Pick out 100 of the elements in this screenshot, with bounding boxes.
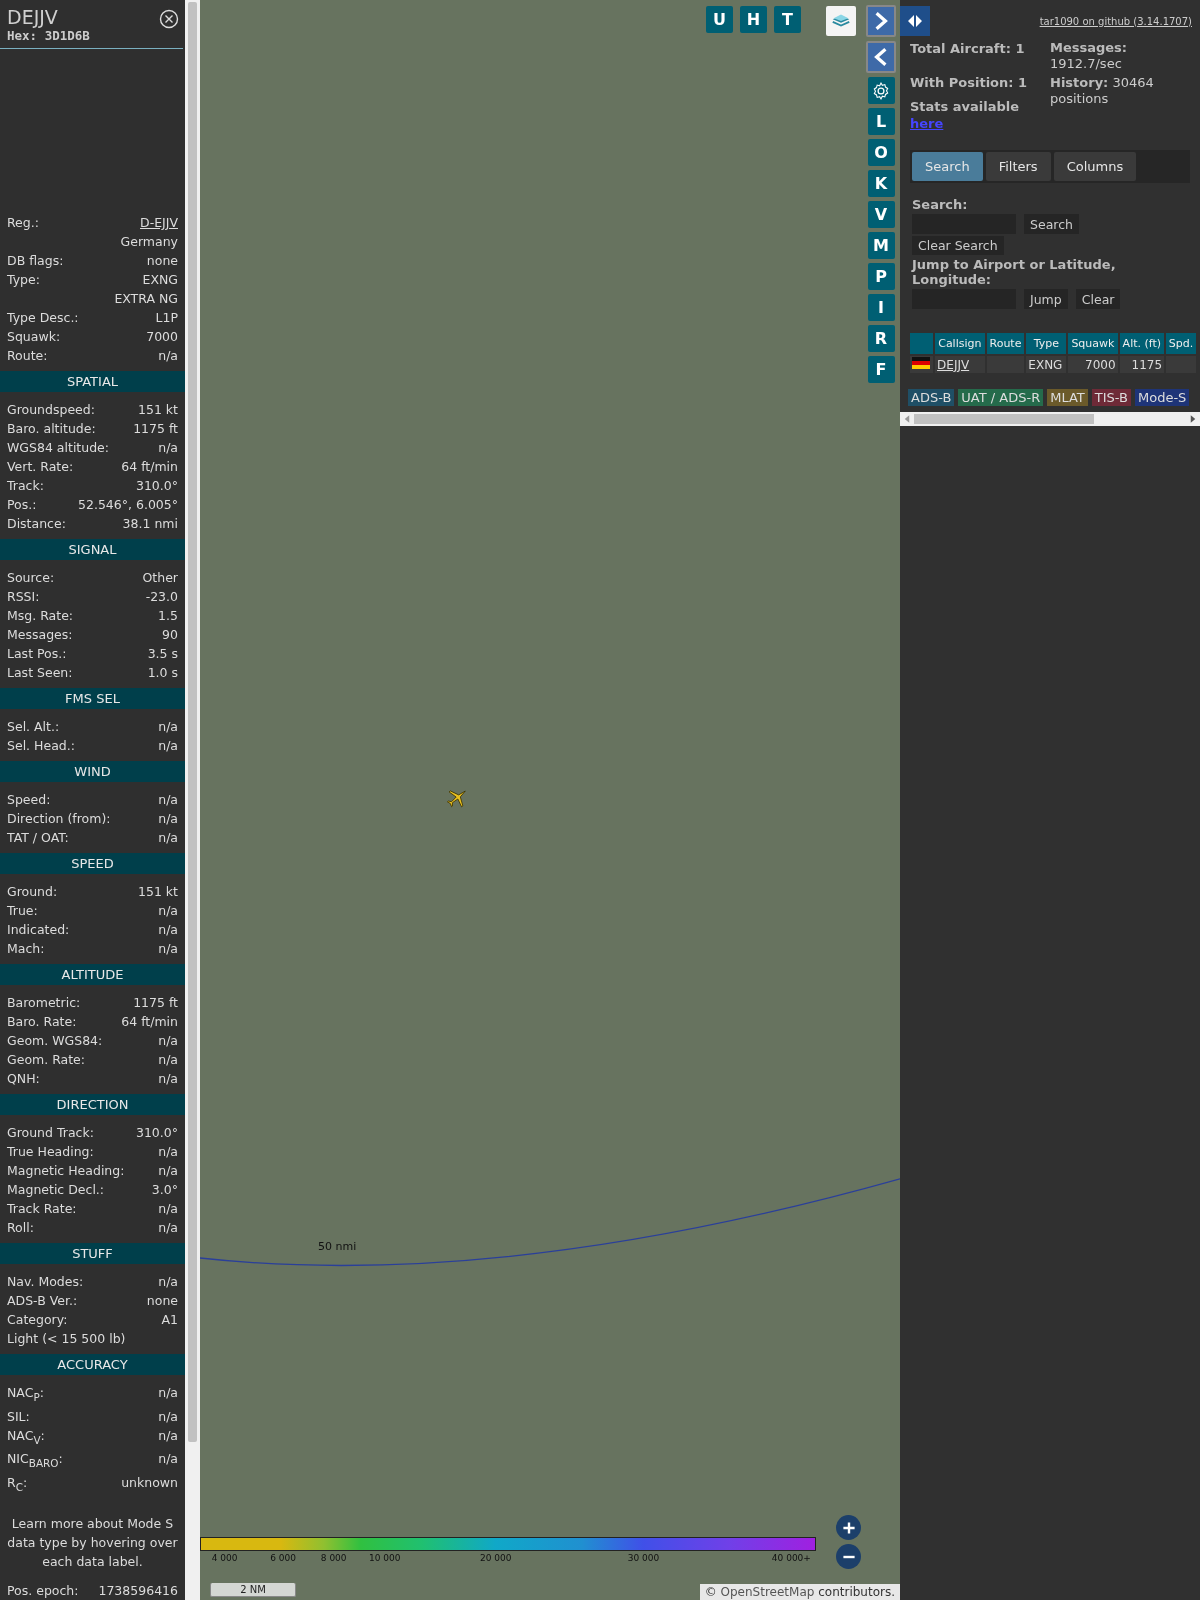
clear-button[interactable]: Clear <box>1075 289 1121 309</box>
detail-label: Track: <box>7 477 44 495</box>
detail-label: Magnetic Heading: <box>7 1162 125 1180</box>
map-toggle-button[interactable]: R <box>867 325 895 352</box>
detail-label: Distance: <box>7 515 66 533</box>
search-label: Search: <box>912 197 969 212</box>
detail-label: Indicated: <box>7 921 70 939</box>
column-header[interactable]: Alt. (ft) <box>1119 333 1165 354</box>
detail-value: 1.5 <box>158 607 178 625</box>
detail-label: RSSI: <box>7 588 40 606</box>
horizontal-scrollbar[interactable] <box>900 412 1200 426</box>
column-header[interactable]: Spd. <box>1166 333 1196 354</box>
map-toggle-button[interactable]: P <box>867 263 895 290</box>
source-legend-tag: ADS-B <box>908 389 955 406</box>
detail-value: none <box>146 1292 178 1310</box>
detail-value: n/a <box>158 1200 178 1218</box>
detail-value: n/a <box>158 1051 178 1069</box>
altitude-tick-label: 8 000 <box>320 1553 347 1563</box>
flag-icon <box>912 357 930 369</box>
detail-value: n/a <box>158 1450 178 1468</box>
detail-label: Last Pos.: <box>7 645 67 663</box>
detail-label: Light (< 15 500 lb) <box>7 1330 126 1348</box>
map-toggle-button[interactable]: U <box>706 6 733 33</box>
detail-value: 3.0° <box>151 1181 178 1199</box>
detail-label: Pos. epoch: <box>7 1582 79 1600</box>
detail-value: -23.0 <box>145 588 178 606</box>
column-header[interactable]: Route <box>986 333 1025 354</box>
message-rate: Messages: 1912.7/sec <box>1050 40 1129 72</box>
registration-link[interactable]: D-EJJV <box>140 213 178 232</box>
detail-label: Messages: <box>7 626 73 644</box>
map-toggle-button[interactable]: K <box>867 170 895 197</box>
detail-label: Geom. WGS84: <box>7 1032 103 1050</box>
detail-label: Barometric: <box>7 994 81 1012</box>
map-toggle-button[interactable]: O <box>867 139 895 166</box>
scrollbar[interactable] <box>185 0 200 1600</box>
with-position: With Position: 1 <box>910 74 1029 91</box>
detail-label: Pos.: <box>7 496 37 514</box>
detail-value: 310.0° <box>135 477 178 495</box>
section-header: DIRECTION <box>0 1094 185 1115</box>
section-header: ALTITUDE <box>0 964 185 985</box>
map-toggle-button[interactable]: F <box>867 356 895 383</box>
map-toggle-button[interactable]: I <box>867 294 895 321</box>
detail-value: 1738596416 <box>98 1582 178 1600</box>
altitude-tick-label: 6 000 <box>270 1553 297 1563</box>
map-toggle-button[interactable]: L <box>867 108 895 135</box>
close-icon[interactable] <box>159 9 179 29</box>
detail-value: 7000 <box>146 328 178 346</box>
detail-value: n/a <box>158 1070 178 1088</box>
detail-value: n/a <box>158 1426 178 1445</box>
detail-label: True Heading: <box>7 1143 94 1161</box>
detail-label: Roll: <box>7 1219 34 1237</box>
source-legend-tag: TIS-B <box>1091 389 1131 406</box>
detail-label: Groundspeed: <box>7 401 95 419</box>
detail-value: 64 ft/min <box>121 1013 178 1031</box>
section-header: ACCURACY <box>0 1354 185 1375</box>
detail-value: EXTRA NG <box>114 290 178 308</box>
detail-label: TAT / OAT: <box>7 829 69 847</box>
scroll-right-icon[interactable] <box>1190 415 1196 423</box>
range-label: 50 nmi <box>318 1240 357 1253</box>
tab[interactable]: Search <box>912 152 983 181</box>
detail-value: L1P <box>155 309 178 327</box>
map-tile[interactable]: 50 nmi U H T L O K V M P I R F 4 000 6 000 8 000 10 000 20 000 30 000 40 000+ 2 NM © OpenStreetMap contributors. <box>200 0 900 1600</box>
tab[interactable]: Columns <box>1053 152 1137 181</box>
detail-value: n/a <box>158 347 178 365</box>
detail-label: SIL: <box>7 1407 30 1426</box>
section-header: SPATIAL <box>0 371 185 392</box>
attribution-text: © OpenStreetMap contributors. <box>704 1585 895 1599</box>
map-toggle-button[interactable]: M <box>867 232 895 259</box>
source-legend-tag: Mode-S <box>1134 389 1190 406</box>
detail-value: unknown <box>121 1473 178 1492</box>
detail-label: NAC$_{P}$: <box>7 1384 44 1405</box>
map-toggle-button[interactable]: T <box>774 6 801 33</box>
detail-value: n/a <box>158 902 178 920</box>
detail-label: Route: <box>7 347 48 365</box>
column-header[interactable]: Type <box>1026 333 1067 354</box>
detail-label: Squawk: <box>7 328 61 346</box>
tab[interactable]: Filters <box>985 152 1051 181</box>
altitude-tick-label: 20 000 <box>479 1553 512 1563</box>
detail-value: n/a <box>158 1384 178 1402</box>
altitude-tick-label: 40 000+ <box>771 1553 811 1563</box>
detail-value: n/a <box>158 921 178 939</box>
map-toggle-button[interactable]: V <box>867 201 895 228</box>
search-button[interactable]: Search <box>1024 214 1079 234</box>
detail-value: 1175 ft <box>133 994 178 1012</box>
column-header[interactable]: Callsign <box>935 333 985 354</box>
clear-search-button[interactable]: Clear Search <box>912 236 1004 255</box>
detail-value: 151 kt <box>138 401 178 419</box>
detail-label: True: <box>7 902 38 920</box>
detail-value: n/a <box>158 829 178 847</box>
detail-label: Type: <box>7 271 40 289</box>
column-header[interactable]: Squawk <box>1068 333 1118 354</box>
history-count: History: 30464 positions <box>1050 75 1155 107</box>
map-toggle-button[interactable]: H <box>740 6 767 33</box>
detail-value: 52.546°, 6.005° <box>78 496 178 514</box>
jump-button[interactable]: Jump <box>1024 289 1068 309</box>
attribution-link[interactable]: OpenStreetMap <box>720 1585 815 1599</box>
detail-value: n/a <box>158 737 178 755</box>
detail-label: DB flags: <box>7 252 64 270</box>
github-link[interactable]: tar1090 on github (3.14.1707) <box>1039 15 1192 27</box>
detail-label: Magnetic Decl.: <box>7 1181 105 1199</box>
